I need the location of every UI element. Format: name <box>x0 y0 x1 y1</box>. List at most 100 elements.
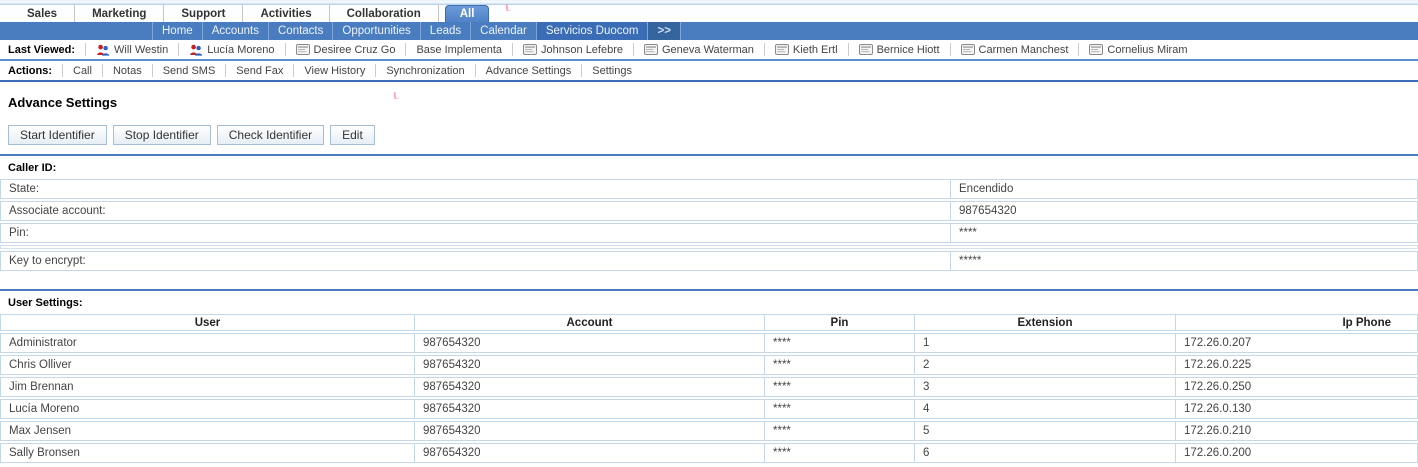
column-header-pin: Pin <box>765 314 915 331</box>
contact-card-icon <box>775 44 789 55</box>
ip-phone-cell: 172.26.0.250 <box>1176 377 1418 397</box>
module-nav-more[interactable]: >> <box>648 22 680 40</box>
last-viewed-item-label: Cornelius Miram <box>1107 44 1187 56</box>
last-viewed-item[interactable]: Base Implementa <box>405 43 512 56</box>
table-row: State: Encendido <box>0 179 1418 199</box>
user-cell: Lucía Moreno <box>0 399 415 419</box>
spacer-row <box>0 245 1418 249</box>
tab-marketing[interactable]: Marketing <box>75 5 164 22</box>
caller-id-state-label: State: <box>0 179 950 199</box>
module-nav-calendar[interactable]: Calendar <box>471 22 537 40</box>
identifier-toolbar: Start Identifier Stop Identifier Check I… <box>8 125 1418 145</box>
last-viewed-item[interactable]: Desiree Cruz Go <box>285 43 406 56</box>
caller-id-state-value: Encendido <box>950 179 1418 199</box>
contact-card-icon <box>1089 44 1103 55</box>
tab-activities[interactable]: Activities <box>243 5 329 22</box>
contact-card-icon <box>961 44 975 55</box>
last-viewed-item[interactable]: Carmen Manchest <box>950 43 1079 56</box>
table-row: Max Jensen 987654320 **** 5 172.26.0.210 <box>0 421 1418 441</box>
last-viewed-item-label: Lucía Moreno <box>207 44 274 56</box>
last-viewed-item-label: Will Westin <box>114 44 168 56</box>
caller-id-pin-label: Pin: <box>0 223 950 243</box>
user-settings-section-label: User Settings: <box>0 291 1418 312</box>
last-viewed-item[interactable]: Kieth Ertl <box>764 43 848 56</box>
table-row: Pin: **** <box>0 223 1418 243</box>
user-cell: Administrator <box>0 333 415 353</box>
module-nav-leads[interactable]: Leads <box>421 22 471 40</box>
module-nav-servicios-duocom[interactable]: Servicios Duocom <box>537 22 649 40</box>
account-cell: 987654320 <box>415 421 765 441</box>
caller-id-section: Caller ID: State: Encendido Associate ac… <box>0 154 1418 273</box>
ip-phone-cell: 172.26.0.207 <box>1176 333 1418 353</box>
contact-card-icon <box>859 44 873 55</box>
table-row: Sally Bronsen 987654320 **** 6 172.26.0.… <box>0 443 1418 463</box>
pin-cell: **** <box>765 421 915 441</box>
user-cell: Max Jensen <box>0 421 415 441</box>
table-row: Lucía Moreno 987654320 **** 4 172.26.0.1… <box>0 399 1418 419</box>
account-cell: 987654320 <box>415 377 765 397</box>
cursor-artifact <box>506 4 512 11</box>
caller-id-key-to-encrypt-value: ***** <box>950 251 1418 271</box>
extension-cell: 3 <box>915 377 1176 397</box>
pin-cell: **** <box>765 377 915 397</box>
actions-label: Actions: <box>0 65 62 77</box>
action-synchronization[interactable]: Synchronization <box>375 64 474 77</box>
table-header-row: User Account Pin Extension Ip Phone <box>0 314 1418 331</box>
user-cell: Jim Brennan <box>0 377 415 397</box>
tab-collaboration[interactable]: Collaboration <box>330 5 439 22</box>
table-row: Administrator 987654320 **** 1 172.26.0.… <box>0 333 1418 353</box>
module-nav-home[interactable]: Home <box>152 22 203 40</box>
module-nav-accounts[interactable]: Accounts <box>203 22 269 40</box>
last-viewed-item-label: Kieth Ertl <box>793 44 838 56</box>
edit-button[interactable]: Edit <box>330 125 375 145</box>
action-send-fax[interactable]: Send Fax <box>225 64 293 77</box>
actions-bar: Actions: Call Notas Send SMS Send Fax Vi… <box>0 61 1418 82</box>
last-viewed-item-label: Johnson Lefebre <box>541 44 623 56</box>
ip-phone-cell: 172.26.0.200 <box>1176 443 1418 463</box>
last-viewed-item[interactable]: Johnson Lefebre <box>512 43 633 56</box>
last-viewed-item-label: Desiree Cruz Go <box>314 44 396 56</box>
tab-sales[interactable]: Sales <box>10 5 75 22</box>
last-viewed-item-label: Bernice Hiott <box>877 44 940 56</box>
last-viewed-item[interactable]: Will Westin <box>85 43 178 56</box>
column-header-ip-phone: Ip Phone <box>1176 314 1418 331</box>
last-viewed-item[interactable]: Bernice Hiott <box>848 43 950 56</box>
column-header-extension: Extension <box>915 314 1176 331</box>
last-viewed-item[interactable]: Geneva Waterman <box>633 43 764 56</box>
action-send-sms[interactable]: Send SMS <box>152 64 226 77</box>
last-viewed-item[interactable]: Lucía Moreno <box>178 43 284 56</box>
extension-cell: 4 <box>915 399 1176 419</box>
main-content: Advance Settings Start Identifier Stop I… <box>0 82 1418 465</box>
table-row: Jim Brennan 987654320 **** 3 172.26.0.25… <box>0 377 1418 397</box>
stop-identifier-button[interactable]: Stop Identifier <box>113 125 211 145</box>
action-view-history[interactable]: View History <box>293 64 375 77</box>
user-cell: Sally Bronsen <box>0 443 415 463</box>
account-cell: 987654320 <box>415 443 765 463</box>
tab-all[interactable]: All <box>445 5 490 22</box>
last-viewed-item-label: Carmen Manchest <box>979 44 1069 56</box>
table-row: Key to encrypt: ***** <box>0 251 1418 271</box>
action-settings[interactable]: Settings <box>581 64 642 77</box>
caller-id-key-to-encrypt-label: Key to encrypt: <box>0 251 950 271</box>
start-identifier-button[interactable]: Start Identifier <box>8 125 107 145</box>
ip-phone-cell: 172.26.0.225 <box>1176 355 1418 375</box>
pin-cell: **** <box>765 399 915 419</box>
contact-card-icon <box>644 44 658 55</box>
last-viewed-item[interactable]: Cornelius Miram <box>1078 43 1197 56</box>
tab-support[interactable]: Support <box>164 5 243 22</box>
column-header-account: Account <box>415 314 765 331</box>
module-nav-contacts[interactable]: Contacts <box>269 22 333 40</box>
extension-cell: 2 <box>915 355 1176 375</box>
primary-tab-bar: Sales Marketing Support Activities Colla… <box>0 5 1418 22</box>
action-advance-settings[interactable]: Advance Settings <box>475 64 582 77</box>
check-identifier-button[interactable]: Check Identifier <box>217 125 324 145</box>
action-call[interactable]: Call <box>62 64 102 77</box>
user-settings-section: User Settings: User Account Pin Extensio… <box>0 289 1418 465</box>
account-cell: 987654320 <box>415 333 765 353</box>
last-viewed-label: Last Viewed: <box>0 44 85 56</box>
account-cell: 987654320 <box>415 355 765 375</box>
extension-cell: 6 <box>915 443 1176 463</box>
extension-cell: 5 <box>915 421 1176 441</box>
action-notas[interactable]: Notas <box>102 64 152 77</box>
module-nav-opportunities[interactable]: Opportunities <box>333 22 420 40</box>
